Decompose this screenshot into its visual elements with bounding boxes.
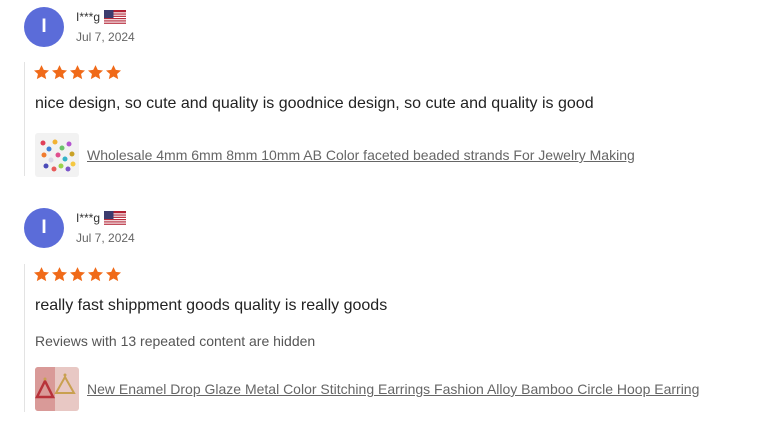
star-icon	[51, 266, 68, 283]
review-date: Jul 7, 2024	[76, 30, 135, 44]
product-link-row[interactable]: New Enamel Drop Glaze Metal Color Stitch…	[35, 367, 699, 411]
reviewer-info: I***g	[76, 210, 127, 226]
rating-stars	[33, 266, 122, 283]
review-text: nice design, so cute and quality is good…	[35, 95, 594, 112]
star-icon	[105, 266, 122, 283]
review-item: I I***g Jul 7, 2024 nice design, so cute	[0, 0, 768, 190]
product-link-row[interactable]: Wholesale 4mm 6mm 8mm 10mm AB Color face…	[35, 133, 635, 177]
review-body: really fast shippment goods quality is r…	[24, 264, 765, 412]
review-text: really fast shippment goods quality is r…	[35, 297, 388, 314]
reviewer-info: I***g	[76, 9, 127, 25]
star-icon	[51, 64, 68, 81]
star-icon	[33, 266, 50, 283]
review-item: I I***g Jul 7, 2024 really fast shippmen	[0, 201, 768, 421]
us-flag-icon	[104, 9, 127, 25]
star-icon	[87, 266, 104, 283]
product-title-link[interactable]: Wholesale 4mm 6mm 8mm 10mm AB Color face…	[87, 147, 635, 163]
product-title-link[interactable]: New Enamel Drop Glaze Metal Color Stitch…	[87, 381, 699, 397]
username: I***g	[76, 211, 101, 225]
rating-stars	[33, 64, 122, 81]
avatar: I	[24, 7, 64, 47]
star-icon	[33, 64, 50, 81]
review-date: Jul 7, 2024	[76, 231, 135, 245]
star-icon	[69, 266, 86, 283]
us-flag-icon	[104, 210, 127, 226]
star-icon	[105, 64, 122, 81]
username: I***g	[76, 10, 101, 24]
hidden-reviews-note: Reviews with 13 repeated content are hid…	[35, 333, 316, 349]
review-body: nice design, so cute and quality is good…	[24, 62, 765, 177]
product-thumbnail[interactable]	[35, 367, 79, 411]
star-icon	[69, 64, 86, 81]
star-icon	[87, 64, 104, 81]
avatar: I	[24, 208, 64, 248]
product-thumbnail[interactable]	[35, 133, 79, 177]
